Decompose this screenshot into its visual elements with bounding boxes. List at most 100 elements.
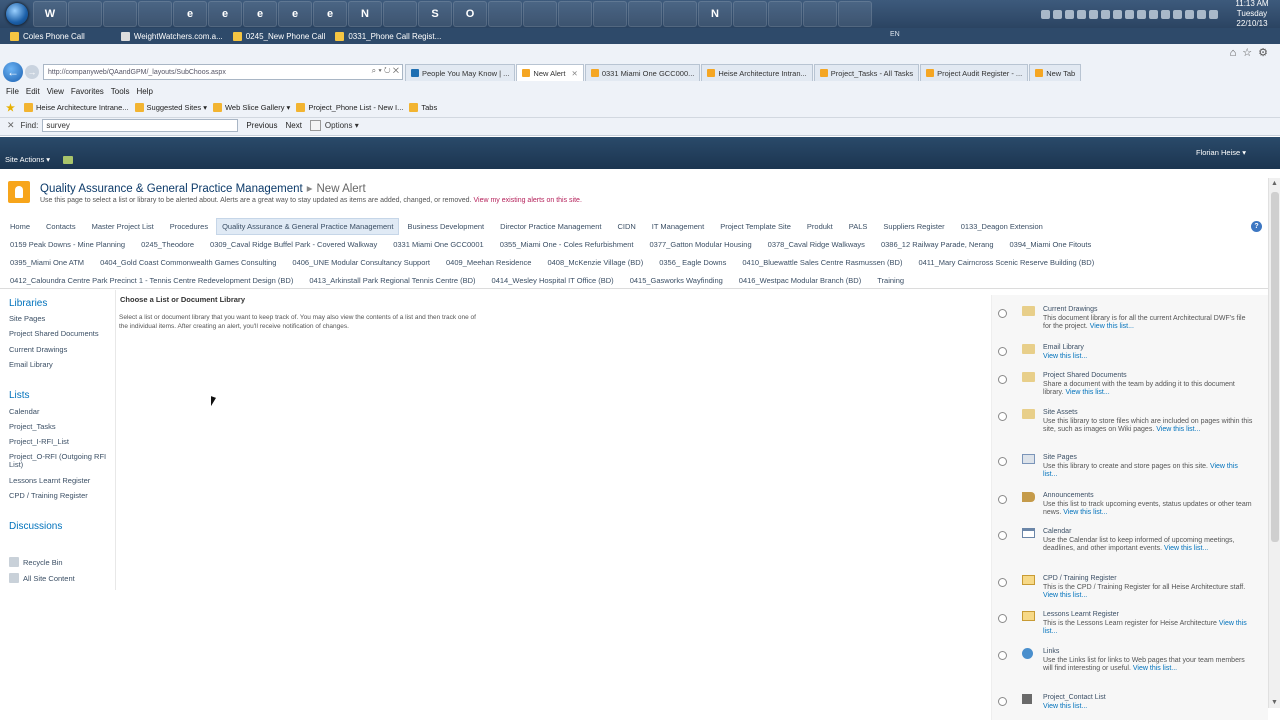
ql-item[interactable]: Email Library — [9, 361, 113, 369]
jump-item[interactable]: 0331_Phone Call Regist... — [335, 31, 441, 41]
list-radio-button[interactable] — [998, 412, 1007, 421]
ql-item[interactable]: Site Pages — [9, 315, 113, 323]
ql-item[interactable]: Project_I-RFI_List — [9, 438, 113, 446]
nav-link[interactable]: Contacts — [38, 222, 84, 231]
refresh-icon[interactable]: ↻ — [384, 66, 391, 75]
find-next-button[interactable]: Next — [285, 121, 301, 130]
taskbar-app-icon[interactable] — [103, 1, 137, 27]
forward-button[interactable]: → — [25, 65, 39, 79]
list-radio-button[interactable] — [998, 375, 1007, 384]
close-find-icon[interactable]: ✕ — [7, 120, 15, 131]
list-radio-button[interactable] — [998, 651, 1007, 660]
nav-link[interactable]: Master Project List — [84, 222, 162, 231]
settings-gear-icon[interactable]: ⚙ — [1258, 47, 1274, 59]
find-previous-button[interactable]: Previous — [246, 121, 277, 130]
tray-icon[interactable] — [1125, 9, 1134, 19]
ql-item[interactable]: Current Drawings — [9, 346, 113, 354]
taskbar-app-icon[interactable] — [558, 1, 592, 27]
page-scrollbar[interactable]: ▲ ▼ — [1268, 178, 1280, 708]
favorites-star[interactable]: ★ — [6, 103, 18, 114]
taskbar-app-icon[interactable]: S — [418, 1, 452, 27]
nav-link[interactable]: 0416_Westpac Modular Branch (BD) — [731, 276, 869, 285]
site-actions-menu[interactable]: Site Actions ▾ — [5, 155, 50, 164]
tray-icon[interactable] — [1173, 9, 1182, 19]
nav-link[interactable]: Home — [0, 222, 38, 231]
list-radio-button[interactable] — [998, 495, 1007, 504]
browser-tab[interactable]: Heise Architecture Intran... — [701, 64, 813, 81]
all-site-content-link[interactable]: All Site Content — [9, 573, 75, 583]
taskbar-app-icon[interactable] — [803, 1, 837, 27]
tray-icon[interactable] — [1065, 9, 1074, 19]
taskbar-app-icon[interactable] — [383, 1, 417, 27]
list-radio-button[interactable] — [998, 457, 1007, 466]
nav-link[interactable]: Project Template Site — [712, 222, 799, 231]
taskbar-app-icon[interactable] — [488, 1, 522, 27]
view-list-link[interactable]: View this list... — [1156, 426, 1200, 433]
clock[interactable]: 11:13 AM Tuesday 22/10/13 — [1224, 0, 1280, 29]
taskbar-app-icon[interactable] — [628, 1, 662, 27]
view-list-link[interactable]: View this list... — [1090, 323, 1134, 330]
tray-icon[interactable] — [1197, 9, 1206, 19]
favorite-link[interactable]: Heise Architecture Intrane... — [23, 102, 129, 112]
nav-link[interactable]: 0415_Gasworks Wayfinding — [622, 276, 731, 285]
nav-link[interactable]: 0133_Deagon Extension — [953, 222, 1051, 231]
nav-link[interactable]: 0378_Caval Ridge Walkways — [760, 240, 873, 249]
tray-icon[interactable] — [1113, 9, 1122, 19]
taskbar-app-icon[interactable] — [68, 1, 102, 27]
scrollbar-thumb[interactable] — [1271, 192, 1279, 542]
nav-link[interactable]: 0409_Meehan Residence — [438, 258, 539, 267]
favorite-link[interactable]: Web Slice Gallery ▾ — [212, 102, 290, 112]
tray-icon[interactable] — [1185, 9, 1194, 19]
tray-icon[interactable] — [1053, 9, 1062, 19]
find-options-button[interactable]: Options ▾ — [309, 120, 359, 131]
nav-link[interactable]: 0413_Arkinstall Park Regional Tennis Cen… — [301, 276, 483, 285]
taskbar-app-icon[interactable] — [733, 1, 767, 27]
nav-link[interactable]: Procedures — [162, 222, 216, 231]
ql-lists-heading[interactable]: Lists — [9, 390, 30, 401]
nav-link[interactable]: 0245_Theodore — [133, 240, 202, 249]
taskbar-app-icon[interactable]: N — [348, 1, 382, 27]
nav-link[interactable]: 0377_Gatton Modular Housing — [642, 240, 760, 249]
menu-edit[interactable]: Edit — [26, 87, 40, 96]
tray-icon[interactable] — [1149, 9, 1158, 19]
start-button[interactable] — [2, 1, 32, 27]
nav-link[interactable]: CIDN — [609, 222, 643, 231]
nav-link[interactable]: PALS — [841, 222, 876, 231]
list-radio-button[interactable] — [998, 578, 1007, 587]
browser-tab[interactable]: New Alert ✕ — [516, 64, 584, 81]
taskbar-app-icon[interactable] — [523, 1, 557, 27]
menu-favorites[interactable]: Favorites — [71, 87, 104, 96]
close-tab-icon[interactable]: ✕ — [572, 69, 578, 78]
nav-link[interactable]: 0355_Miami One - Coles Refurbishment — [492, 240, 642, 249]
language-indicator[interactable]: EN — [890, 31, 900, 38]
nav-link[interactable]: 0412_Caloundra Centre Park Precinct 1 - … — [0, 276, 301, 285]
jump-item[interactable]: 0245_New Phone Call — [232, 31, 325, 41]
nav-link[interactable]: 0386_12 Railway Parade, Nerang — [873, 240, 1002, 249]
list-radio-button[interactable] — [998, 697, 1007, 706]
nav-link[interactable]: 0159 Peak Downs - Mine Planning — [0, 240, 133, 249]
favorites-star-icon[interactable]: ☆ — [1242, 47, 1258, 59]
back-button[interactable]: ← — [3, 62, 23, 82]
ql-item[interactable]: CPD / Training Register — [9, 492, 113, 500]
nav-link[interactable]: 0394_Miami One Fitouts — [1002, 240, 1100, 249]
nav-link[interactable]: Training — [869, 276, 912, 285]
browser-tab[interactable]: Project Audit Register - ... — [920, 64, 1029, 81]
nav-link[interactable]: 0309_Caval Ridge Buffel Park - Covered W… — [202, 240, 385, 249]
nav-link[interactable]: Business Development — [399, 222, 492, 231]
help-icon[interactable]: ? — [1251, 221, 1262, 232]
nav-link[interactable]: Director Practice Management — [492, 222, 609, 231]
nav-link[interactable]: 0331 Miami One GCC0001 — [385, 240, 491, 249]
jump-item[interactable]: WeightWatchers.com.a... — [120, 31, 223, 41]
taskbar-app-icon[interactable] — [663, 1, 697, 27]
user-menu[interactable]: Florian Heise ▾ — [1196, 148, 1246, 157]
menu-file[interactable]: File — [6, 87, 19, 96]
view-list-link[interactable]: View this list... — [1043, 703, 1087, 710]
nav-link[interactable]: IT Management — [644, 222, 712, 231]
nav-link[interactable]: 0414_Wesley Hospital IT Office (BD) — [484, 276, 622, 285]
taskbar-app-icon[interactable]: e — [173, 1, 207, 27]
close-icon[interactable]: ✕ — [393, 66, 399, 75]
taskbar-app-icon[interactable]: O — [453, 1, 487, 27]
tray-icon[interactable] — [1161, 9, 1170, 19]
tray-icon[interactable] — [1209, 9, 1218, 19]
browser-tab[interactable]: Project_Tasks - All Tasks — [813, 64, 920, 81]
